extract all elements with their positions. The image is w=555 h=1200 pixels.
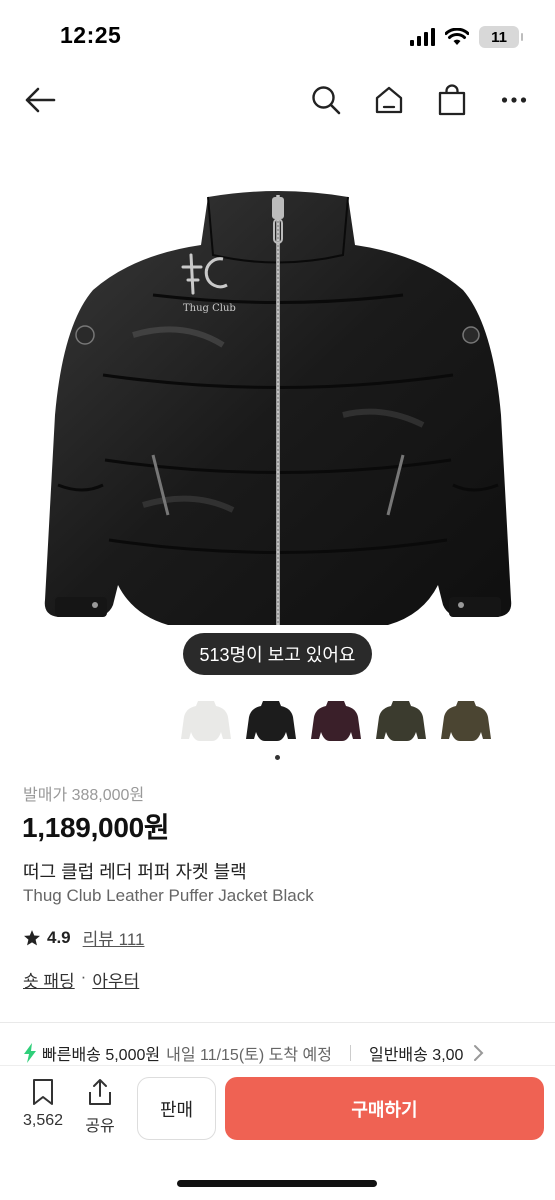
product-name-ko: 떠그 클럽 레더 퍼퍼 자켓 블랙	[23, 862, 247, 882]
shipping-options[interactable]: 빠른배송 5,000원 내일 11/15(토) 도착 예정 일반배송 3,00	[23, 1040, 543, 1066]
thumbnail-4[interactable]	[375, 695, 427, 747]
more-icon	[501, 97, 527, 103]
share-button[interactable]: 공유	[75, 1078, 125, 1136]
thumbnail-1[interactable]	[180, 695, 232, 747]
wifi-icon	[445, 28, 469, 45]
viewer-count-badge: 513명이 보고 있어요	[183, 633, 372, 675]
category-link-short-padding[interactable]: 숏 패딩	[23, 967, 75, 992]
thumb-fill-2	[311, 701, 361, 741]
bookmark-icon	[33, 1079, 53, 1105]
review-link[interactable]: 리뷰 111	[83, 925, 145, 950]
shipping-separator	[349, 1045, 351, 1061]
thumbnail-jacket-icon	[311, 701, 361, 741]
thumbnail-strip	[180, 695, 492, 747]
top-nav	[0, 70, 555, 130]
search-button[interactable]	[304, 78, 348, 122]
fast-shipping-date: 내일 11/15(토) 도착 예정	[166, 1047, 332, 1064]
share-label: 공유	[85, 1118, 115, 1135]
normal-shipping-label: 일반배송 3,00	[368, 1047, 464, 1064]
chevron-right-icon	[474, 1045, 484, 1061]
home-indicator	[177, 1180, 377, 1187]
status-bar: 12:25 11	[0, 0, 555, 70]
thumbnail-jacket-icon	[181, 701, 231, 741]
thumbnail-jacket-icon	[246, 701, 296, 741]
selected-thumbnail-indicator	[275, 755, 280, 760]
jacket-logo-text: Thug Club	[183, 303, 236, 314]
save-button[interactable]: 3,562	[18, 1078, 68, 1130]
jacket-image: Thug Club	[44, 191, 511, 625]
thumbnail-jacket-icon	[376, 701, 426, 741]
thumb-fill-1	[246, 701, 296, 741]
more-button[interactable]	[492, 78, 536, 122]
star-icon	[24, 929, 40, 945]
cart-button[interactable]	[430, 78, 474, 122]
thumbnail-2[interactable]	[245, 695, 297, 747]
buy-button[interactable]: 구매하기	[225, 1077, 544, 1140]
share-icon	[89, 1079, 111, 1105]
category-link-outer[interactable]: 아우터	[92, 967, 139, 992]
category-row: 숏 패딩 · 아우터	[23, 967, 139, 992]
release-price: 발매가 388,000원	[23, 787, 145, 804]
back-arrow-icon	[25, 87, 56, 113]
thumb-fill-4	[441, 701, 491, 741]
save-count: 3,562	[22, 1112, 64, 1129]
section-divider	[0, 1022, 555, 1023]
status-time: 12:25	[60, 22, 122, 48]
thumb-fill-3	[376, 701, 426, 741]
thumbnail-3[interactable]	[310, 695, 362, 747]
thumb-fill-0	[181, 701, 231, 741]
shopping-bag-icon	[438, 84, 466, 116]
battery-indicator: 11	[479, 26, 523, 48]
sell-button[interactable]: 판매	[137, 1077, 216, 1140]
rating-score: 4.9	[47, 927, 71, 947]
product-name-en: Thug Club Leather Puffer Jacket Black	[23, 886, 314, 905]
search-icon	[312, 86, 341, 115]
thumbnail-5[interactable]	[440, 695, 492, 747]
fast-shipping-label: 빠른배송 5,000원	[42, 1047, 161, 1064]
signal-icon	[410, 28, 435, 46]
status-icons: 11	[410, 26, 523, 48]
current-price: 1,189,000원	[22, 812, 170, 843]
thumbnail-jacket-icon	[441, 701, 491, 741]
rating-row: 4.9 리뷰 111	[23, 925, 144, 950]
home-button[interactable]	[367, 78, 411, 122]
home-icon	[375, 86, 403, 114]
category-separator: ·	[80, 967, 87, 986]
back-button[interactable]	[18, 78, 62, 122]
bottom-bar-divider	[0, 1065, 555, 1066]
product-image[interactable]: Thug Club	[0, 140, 555, 680]
bolt-icon	[24, 1043, 36, 1063]
